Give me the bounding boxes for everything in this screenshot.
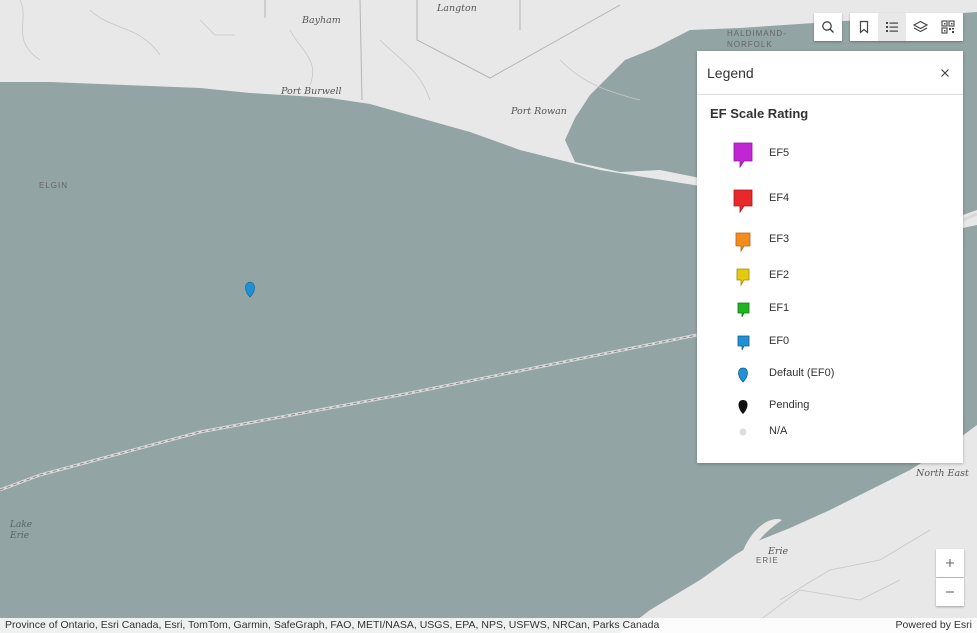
plus-icon — [946, 559, 954, 567]
zoom-in-button[interactable] — [936, 549, 964, 577]
legend-label-pending: Pending — [769, 399, 810, 411]
ef1-marker-icon — [727, 301, 759, 319]
search-icon — [822, 21, 834, 33]
legend-label-default-ef0: Default (EF0) — [769, 367, 835, 379]
ef4-marker-icon — [727, 188, 759, 214]
ef2-marker-icon — [727, 267, 759, 287]
water-label-lake-erie: Lake Erie — [10, 520, 33, 541]
legend-label-na: N/A — [769, 425, 788, 437]
legend-label-ef2: EF2 — [769, 269, 790, 281]
legend-list-icon — [886, 22, 898, 32]
legend-panel: Legend EF Scale Rating EF5 EF4 EF3 EF2 E… — [697, 51, 963, 463]
region-label-erie-county: ERIE — [756, 556, 779, 565]
legend-label-ef3: EF3 — [769, 233, 790, 245]
layers-icon — [912, 20, 928, 33]
ef5-marker-icon — [727, 141, 759, 169]
legend-layer-title: EF Scale Rating — [710, 106, 809, 121]
legend-item-default-ef0: Default (EF0) — [697, 366, 963, 386]
legend-label-ef5: EF5 — [769, 147, 790, 159]
region-label-elgin: ELGIN — [39, 181, 69, 190]
qr-code-button[interactable] — [934, 13, 962, 41]
qr-code-icon — [941, 20, 955, 34]
legend-item-ef4: EF4 — [697, 188, 963, 216]
legend-title: Legend — [707, 64, 754, 81]
legend-item-na: N/A — [697, 424, 963, 442]
attribution-sources[interactable]: Province of Ontario, Esri Canada, Esri, … — [5, 619, 659, 631]
powered-by-esri-link[interactable]: Powered by Esri — [896, 619, 972, 631]
legend-label-ef4: EF4 — [769, 192, 790, 204]
region-label-haldimand-norfolk: HALDIMAND- NORFOLK — [727, 29, 787, 49]
default-ef0-pin-icon — [727, 366, 759, 384]
legend-item-ef3: EF3 — [697, 231, 963, 255]
legend-label-ef1: EF1 — [769, 302, 790, 314]
legend-close-button[interactable] — [937, 65, 953, 81]
zoom-out-button[interactable] — [936, 578, 964, 606]
search-button[interactable] — [814, 13, 842, 41]
bookmark-icon — [859, 20, 869, 34]
place-label-bayham: Bayham — [302, 15, 341, 26]
legend-item-pending: Pending — [697, 398, 963, 418]
place-label-north-east: North East — [916, 468, 969, 479]
place-label-port-burwell: Port Burwell — [281, 86, 342, 97]
legend-header: Legend — [697, 51, 963, 95]
search-widget — [814, 13, 842, 41]
na-dot-icon — [727, 424, 759, 437]
ef0-marker-icon — [727, 334, 759, 352]
legend-item-ef5: EF5 — [697, 141, 963, 173]
legend-item-ef2: EF2 — [697, 267, 963, 289]
legend-item-ef0: EF0 — [697, 334, 963, 354]
close-icon — [941, 68, 949, 77]
place-label-langton: Langton — [437, 3, 477, 14]
attribution-bar: Province of Ontario, Esri Canada, Esri, … — [0, 618, 977, 633]
legend-label-ef0: EF0 — [769, 335, 790, 347]
place-label-port-rowan: Port Rowan — [511, 106, 567, 117]
layers-button[interactable] — [906, 13, 934, 41]
minus-icon — [946, 591, 954, 593]
pending-pin-icon — [727, 398, 759, 416]
legend-button[interactable] — [878, 13, 906, 41]
widget-toolbar — [850, 13, 963, 41]
ef3-marker-icon — [727, 231, 759, 253]
bookmarks-button[interactable] — [850, 13, 878, 41]
legend-item-ef1: EF1 — [697, 301, 963, 321]
